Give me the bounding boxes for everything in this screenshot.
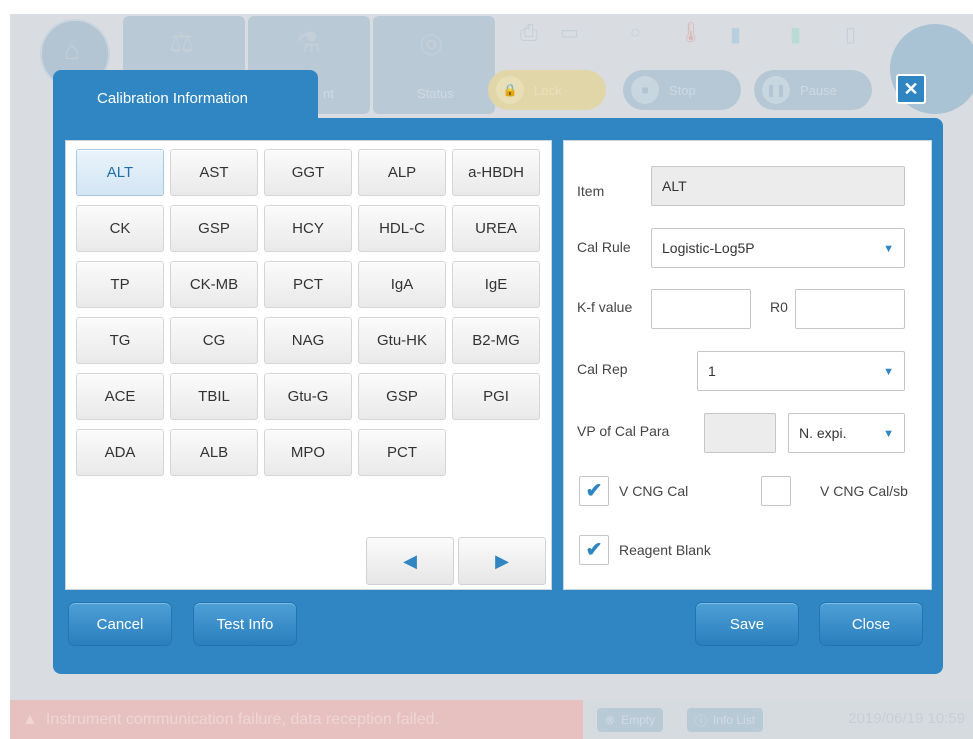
thermometer-icon: 🌡: [678, 22, 704, 44]
kf-value-label: K-f value: [577, 299, 633, 315]
test-button[interactable]: NAG: [264, 317, 352, 364]
test-button[interactable]: ALP: [358, 149, 446, 196]
empty-icon: ⊗: [605, 713, 616, 727]
previous-page-button[interactable]: ◀: [366, 537, 454, 585]
test-button[interactable]: B2-MG: [452, 317, 540, 364]
error-message: Instrument communication failure, data r…: [45, 710, 439, 728]
test-button[interactable]: HDL-C: [358, 205, 446, 252]
vcng-calsb-checkbox[interactable]: ✔: [761, 476, 791, 506]
test-button[interactable]: CK-MB: [170, 261, 258, 308]
item-label: Item: [577, 183, 605, 199]
checkmark-icon: ✔: [585, 539, 603, 561]
test-button[interactable]: TBIL: [170, 373, 258, 420]
warning-icon: ▲: [22, 710, 38, 728]
test-button[interactable]: IgE: [452, 261, 540, 308]
info-list-button: ⓘ Info List: [687, 708, 764, 732]
save-button[interactable]: Save: [695, 602, 799, 646]
status-bar: ▲ Instrument communication failure, data…: [10, 700, 973, 739]
cal-rule-select[interactable]: Logistic-Log5P ▼: [651, 228, 905, 268]
cal-rule-value: Logistic-Log5P: [662, 240, 755, 256]
cal-rep-select[interactable]: 1 ▼: [697, 351, 905, 391]
vcng-calsb-label: V CNG Cal/sb: [820, 483, 908, 499]
test-button[interactable]: Gtu-HK: [358, 317, 446, 364]
vcng-cal-label: V CNG Cal: [619, 483, 689, 499]
test-button[interactable]: Gtu-G: [264, 373, 352, 420]
dropdown-arrow-icon: ▼: [883, 243, 894, 255]
vp-unit-value: N. expi.: [799, 425, 847, 441]
printer-icon: ⎙: [520, 20, 538, 45]
next-page-button[interactable]: ▶: [458, 537, 546, 585]
dropdown-arrow-icon: ▼: [883, 366, 894, 378]
flask-icon: ⚗: [296, 27, 322, 58]
test-button[interactable]: CK: [76, 205, 164, 252]
test-button[interactable]: MPO: [264, 429, 352, 476]
home-icon: ⌂: [64, 35, 80, 65]
test-button[interactable]: ACE: [76, 373, 164, 420]
isr-indicator-icon: ○: [630, 22, 641, 42]
vp-cal-para-input: [704, 413, 776, 453]
test-button[interactable]: PCT: [358, 429, 446, 476]
r0-input[interactable]: [795, 289, 905, 329]
info-list-label: Info List: [713, 713, 756, 727]
wash-bottle-icon: ▮: [790, 24, 802, 46]
scale-icon: ⚖: [169, 27, 195, 58]
test-button[interactable]: PGI: [452, 373, 540, 420]
test-button[interactable]: CG: [170, 317, 258, 364]
cal-rep-label: Cal Rep: [577, 361, 628, 377]
cal-rep-value: 1: [708, 363, 716, 379]
close-button[interactable]: Close: [819, 602, 923, 646]
test-button[interactable]: ALB: [170, 429, 258, 476]
vcng-cal-checkbox[interactable]: ✔: [579, 476, 609, 506]
checkmark-icon: ✔: [585, 480, 603, 502]
test-button[interactable]: a-HBDH: [452, 149, 540, 196]
cancel-button[interactable]: Cancel: [68, 602, 172, 646]
reagent-blank-label: Reagent Blank: [619, 542, 711, 558]
waste-bottle-icon: ▯: [845, 24, 857, 46]
vp-unit-select[interactable]: N. expi. ▼: [788, 413, 905, 453]
test-button[interactable]: HCY: [264, 205, 352, 252]
item-field: ALT: [651, 166, 905, 206]
calibration-form-panel: Item ALT Cal Rule Logistic-Log5P ▼ K-f v…: [563, 140, 932, 590]
reagent-blank-checkbox[interactable]: ✔: [579, 535, 609, 565]
test-button[interactable]: ALT: [76, 149, 164, 196]
test-button[interactable]: ADA: [76, 429, 164, 476]
vp-cal-para-label: VP of Cal Para: [577, 423, 670, 439]
triangle-left-icon: ◀: [403, 550, 417, 571]
test-button[interactable]: GSP: [170, 205, 258, 252]
empty-button: ⊗ Empty: [597, 708, 664, 732]
test-button[interactable]: GGT: [264, 149, 352, 196]
datetime: 2019/06/19 10:59: [848, 710, 965, 727]
dialog-title: Calibration Information: [97, 90, 248, 107]
triangle-right-icon: ▶: [495, 550, 509, 571]
close-x-icon[interactable]: ✕: [896, 74, 926, 104]
test-button[interactable]: TP: [76, 261, 164, 308]
test-info-button[interactable]: Test Info: [193, 602, 297, 646]
reagent-bottle-icon: ▮: [730, 24, 742, 46]
test-button[interactable]: TG: [76, 317, 164, 364]
test-button[interactable]: UREA: [452, 205, 540, 252]
item-value: ALT: [662, 178, 687, 194]
test-button[interactable]: AST: [170, 149, 258, 196]
test-button[interactable]: PCT: [264, 261, 352, 308]
kf-value-input[interactable]: [651, 289, 751, 329]
r0-label: R0: [770, 299, 788, 315]
calibration-dialog: Calibration Information ✕ ALT AST GGT ALP a-…: [53, 70, 943, 674]
dropdown-arrow-icon: ▼: [883, 428, 894, 440]
error-message-bar: ▲ Instrument communication failure, data…: [10, 700, 583, 739]
info-icon: ⓘ: [695, 713, 708, 728]
empty-label: Empty: [621, 713, 656, 727]
lis-icon: ▭: [560, 22, 579, 44]
sample-tray-icon: ◎: [419, 27, 444, 58]
test-list-panel: ALT AST GGT ALP a-HBDH CK GSP HCY HDL-C UREA TP CK-…: [65, 140, 552, 590]
test-button[interactable]: GSP: [358, 373, 446, 420]
test-button[interactable]: IgA: [358, 261, 446, 308]
cal-rule-label: Cal Rule: [577, 239, 631, 255]
